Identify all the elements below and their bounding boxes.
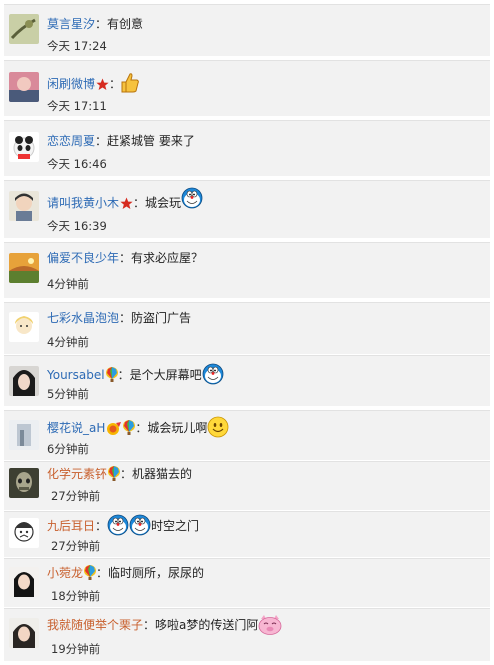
comment-text: 临时厕所，尿尿的 — [108, 566, 205, 580]
commenter-name[interactable]: 恋恋周夏 — [47, 134, 95, 148]
pig-face-icon — [258, 615, 282, 641]
balloon-icon — [123, 420, 136, 441]
commenter-name[interactable]: 我就随便举个栗子 — [47, 618, 143, 632]
balloon-icon — [105, 367, 118, 388]
commenter-name[interactable]: 闲刷微博 — [47, 77, 95, 91]
doraemon-icon — [107, 514, 129, 542]
comment-row: Yoursabel ：是个大屏幕吧 5分钟前 — [4, 355, 490, 406]
doraemon-icon — [181, 187, 203, 215]
comment-text: 是个大屏幕吧 — [129, 368, 202, 382]
avatar[interactable] — [9, 518, 39, 548]
comment-row: 莫言星汐：有创意 今天 17:24 — [4, 4, 490, 56]
comment-time: 今天 16:39 — [47, 219, 107, 233]
commenter-name[interactable]: 莫言星汐 — [47, 17, 95, 31]
comment-text: 有创意 — [107, 17, 144, 31]
comment-time: 5分钟前 — [47, 387, 89, 401]
comment-text: 赶紧城管 要来了 — [107, 134, 195, 148]
comment-time: 27分钟前 — [51, 539, 101, 553]
thumbs-up-icon — [121, 72, 141, 100]
comment-text: 城会玩儿啊 — [147, 421, 208, 435]
commenter-name[interactable]: 九后耳日 — [47, 519, 95, 533]
comment-row: 樱花说_aH ：城会玩儿啊 6分钟前 — [4, 410, 490, 460]
avatar[interactable] — [9, 468, 39, 498]
comment-list: 莫言星汐：有创意 今天 17:24 闲刷微博： 今天 17:11 恋恋周夏：赶紧… — [0, 0, 494, 665]
avatar[interactable] — [9, 253, 39, 283]
comment-text: 有求必应屋？ — [131, 251, 204, 265]
avatar[interactable] — [9, 191, 39, 221]
commenter-name[interactable]: 樱花说_aH — [47, 421, 105, 435]
comment-row: 化学元素钚 ：机器猫去的 27分钟前 — [4, 461, 490, 510]
comment-time: 今天 16:46 — [47, 157, 107, 171]
comment-text: 城会玩 — [145, 196, 182, 210]
avatar[interactable] — [9, 366, 39, 396]
comment-row: 请叫我黄小木 ：城会玩 今天 16:39 — [4, 180, 490, 238]
avatar[interactable] — [9, 14, 39, 44]
comment-time: 今天 17:24 — [47, 39, 107, 53]
star-icon — [96, 77, 109, 97]
commenter-name[interactable]: 七彩水晶泡泡 — [47, 311, 119, 325]
doraemon-icon — [202, 363, 224, 391]
comment-time: 27分钟前 — [51, 489, 101, 503]
comment-time: 19分钟前 — [51, 642, 101, 656]
commenter-name[interactable]: 小菀龙 — [47, 566, 83, 580]
balloon-icon — [84, 565, 97, 586]
star-icon — [120, 196, 133, 216]
comment-text: 机器猫去的 — [132, 467, 193, 481]
smile-icon — [207, 416, 229, 444]
comment-row: 恋恋周夏：赶紧城管 要来了 今天 16:46 — [4, 120, 490, 176]
balloon-icon — [108, 466, 121, 487]
comment-time: 4分钟前 — [47, 277, 89, 291]
commenter-name[interactable]: Yoursabel — [47, 368, 105, 382]
commenter-name[interactable]: 偏爱不良少年 — [47, 251, 119, 265]
comment-row: 我就随便举个栗子：哆啦a梦的传送门阿 19分钟前 — [4, 608, 490, 661]
comment-time: 4分钟前 — [47, 335, 89, 349]
avatar[interactable] — [9, 72, 39, 102]
comment-time: 6分钟前 — [47, 442, 89, 456]
commenter-name[interactable]: 化学元素钚 — [47, 467, 107, 481]
doraemon-icon — [129, 514, 151, 542]
comment-text: 哆啦a梦的传送门阿 — [155, 618, 259, 632]
avatar[interactable] — [9, 420, 39, 450]
avatar[interactable] — [9, 132, 39, 162]
avatar[interactable] — [9, 312, 39, 342]
comment-text: 时空之门 — [151, 519, 200, 533]
comment-row: 七彩水晶泡泡：防盗门广告 4分钟前 — [4, 302, 490, 354]
comment-text: 防盗门广告 — [131, 311, 192, 325]
avatar[interactable] — [9, 618, 39, 648]
comment-row: 小菀龙 ：临时厕所，尿尿的 18分钟前 — [4, 558, 490, 607]
commenter-name[interactable]: 请叫我黄小木 — [47, 196, 119, 210]
comment-row: 九后耳日： 时空之门 27分钟前 — [4, 511, 490, 557]
comment-row: 偏爱不良少年：有求必应屋？ 4分钟前 — [4, 242, 490, 298]
comment-time: 今天 17:11 — [47, 99, 107, 113]
comment-time: 18分钟前 — [51, 589, 101, 603]
comment-row: 闲刷微博： 今天 17:11 — [4, 60, 490, 116]
avatar[interactable] — [9, 567, 39, 597]
vip-badge-icon — [106, 421, 122, 441]
